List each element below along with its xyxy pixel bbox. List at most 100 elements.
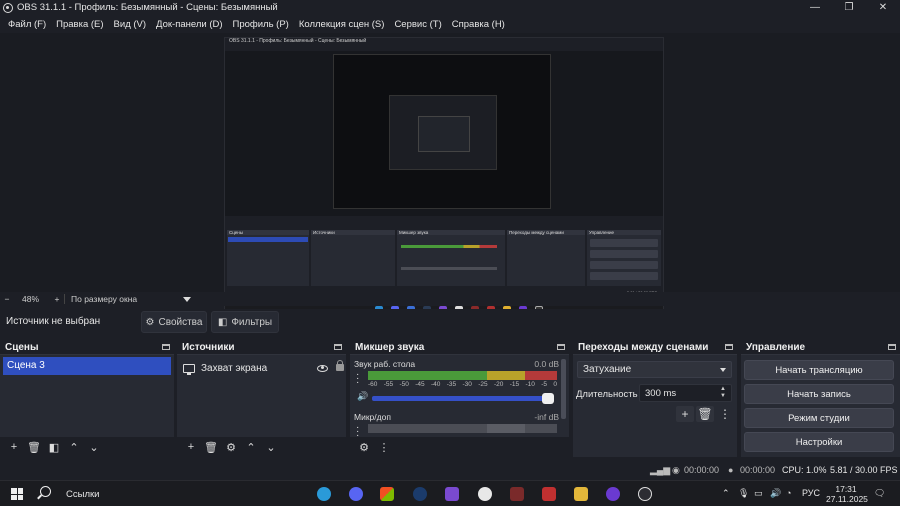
zoom-in-button[interactable]: +	[50, 294, 64, 304]
menu-docks[interactable]: Док-панели (D)	[151, 19, 227, 30]
menu-help[interactable]: Справка (H)	[447, 19, 510, 30]
browser-icon[interactable]	[606, 487, 620, 501]
store-icon[interactable]	[380, 487, 394, 501]
duration-label: Длительность	[576, 389, 638, 400]
fps-counter: 5.81 / 30.00 FPS	[830, 465, 898, 475]
start-record-button[interactable]: Начать запись	[744, 384, 894, 404]
chevron-up-icon[interactable]: ⌃	[241, 439, 261, 455]
mixer-scrollbar[interactable]	[561, 359, 566, 419]
controls-dock-title: Управление	[746, 342, 806, 353]
no-source-label: Источник не выбран	[6, 316, 101, 327]
duration-input[interactable]: 300 ms ▲ ▼	[639, 384, 732, 402]
close-button[interactable]: ✕	[866, 0, 900, 15]
mixer-dock-header: Микшер звука	[350, 339, 569, 355]
start-stream-button[interactable]: Начать трансляцию	[744, 360, 894, 380]
language-indicator[interactable]: РУС	[802, 488, 820, 498]
clock-time: 17:31	[835, 484, 857, 494]
chevron-up-icon[interactable]: ⌃	[722, 488, 730, 499]
preview-mirror-docks: Сцены Источники Микшер звука Переходы ме…	[225, 216, 663, 288]
chevron-down-icon[interactable]: ⌄	[261, 439, 281, 455]
menu-edit[interactable]: Правка (E)	[51, 19, 108, 30]
trash-icon[interactable]: 🗑	[24, 439, 44, 455]
wifi-icon[interactable]: ◔	[786, 488, 791, 498]
chevron-up-icon[interactable]: ⌃	[64, 439, 84, 455]
trash-icon[interactable]: 🗑	[201, 439, 221, 455]
volume-icon[interactable]: 🔊	[770, 488, 781, 499]
search-icon[interactable]	[40, 486, 51, 497]
gear-icon[interactable]: ⚙	[354, 439, 374, 455]
filter-icon[interactable]: ◧	[44, 439, 64, 455]
meter-tick: -55	[383, 381, 394, 388]
obs-taskbar-icon[interactable]	[638, 487, 652, 501]
undock-icon[interactable]	[557, 344, 565, 350]
record-time: 00:00:00	[740, 465, 776, 475]
sources-dock-header: Источники	[177, 339, 346, 355]
preview-canvas[interactable]: OBS 31.1.1 - Профиль: Безымянный - Сцены…	[224, 37, 664, 322]
volume-slider[interactable]	[372, 393, 554, 404]
mixer-channel-db: -inf dB	[534, 412, 559, 422]
discord-icon[interactable]	[349, 487, 363, 501]
properties-button[interactable]: ⚙ Свойства	[141, 311, 207, 333]
undock-icon[interactable]	[162, 344, 170, 350]
duration-stepper[interactable]: ▲ ▼	[720, 386, 728, 400]
brick-icon[interactable]	[542, 487, 556, 501]
fit-mode-select[interactable]: По размеру окна	[71, 294, 183, 304]
source-toolbar: Источник не выбран ⚙ Свойства ◧ Фильтры	[0, 309, 900, 335]
menu-view[interactable]: Вид (V)	[109, 19, 152, 30]
game-icon[interactable]	[510, 487, 524, 501]
preview-mirror-title: OBS 31.1.1 - Профиль: Безымянный - Сцены…	[225, 38, 663, 45]
filter-icon: ◧	[217, 316, 228, 328]
more-vertical-icon[interactable]: ⋮	[374, 439, 394, 455]
window-title: OBS 31.1.1 - Профиль: Безымянный - Сцены…	[17, 2, 278, 13]
zoom-out-button[interactable]: −	[0, 294, 14, 304]
undock-icon[interactable]	[334, 344, 342, 350]
app-icon[interactable]	[445, 487, 459, 501]
speaker-icon[interactable]: 🔊	[357, 391, 368, 402]
microphone-icon[interactable]: 🎙	[738, 488, 749, 499]
record-status-icon: ●	[728, 465, 734, 475]
settings-button[interactable]: Настройки	[744, 432, 894, 452]
filters-button[interactable]: ◧ Фильтры	[211, 311, 279, 333]
menu-tools[interactable]: Сервис (T)	[389, 19, 446, 30]
volume-slider-handle[interactable]	[542, 393, 554, 404]
properties-label: Свойства	[158, 316, 203, 328]
maximize-button[interactable]: ❐	[832, 0, 866, 15]
folder-icon[interactable]	[574, 487, 588, 501]
menu-scene-collection[interactable]: Коллекция сцен (S)	[294, 19, 390, 30]
transition-select[interactable]: Затухание	[577, 361, 732, 378]
preview-mirror-area	[225, 51, 663, 216]
telegram-icon[interactable]	[317, 487, 331, 501]
windows-start-icon[interactable]	[11, 488, 23, 500]
lock-icon[interactable]	[336, 360, 344, 371]
undock-icon[interactable]	[888, 344, 896, 350]
add-icon[interactable]: +	[4, 439, 24, 455]
notification-icon[interactable]: 🗨	[874, 488, 885, 499]
menu-profile[interactable]: Профиль (P)	[228, 19, 294, 30]
meter-tick: -35	[446, 381, 457, 388]
source-item[interactable]: Захват экрана	[183, 360, 347, 376]
skull-icon[interactable]	[478, 487, 492, 501]
battery-icon[interactable]: ▭	[754, 488, 763, 499]
stream-status-icon: ◉	[672, 465, 680, 475]
chevron-down-icon[interactable]	[183, 296, 191, 302]
preview-mirror-scene-selected	[228, 237, 308, 242]
trash-icon[interactable]: 🗑	[696, 406, 714, 422]
taskbar-search-label[interactable]: Ссылки	[66, 489, 99, 500]
preview-area[interactable]: OBS 31.1.1 - Профиль: Безымянный - Сцены…	[0, 33, 900, 322]
steam-icon[interactable]	[413, 487, 427, 501]
studio-mode-button[interactable]: Режим студии	[744, 408, 894, 428]
minimize-button[interactable]: —	[798, 0, 832, 15]
preview-mirror-transitions-title: Переходы между сценами	[509, 230, 564, 235]
scene-item[interactable]: Сцена 3	[3, 357, 171, 375]
chevron-down-icon[interactable]: ⌄	[84, 439, 104, 455]
gear-icon[interactable]: ⚙	[221, 439, 241, 455]
taskbar-clock[interactable]: 17:31 27.11.2025	[826, 484, 868, 504]
eye-icon[interactable]	[317, 364, 328, 372]
more-vertical-icon[interactable]: · · ·	[356, 370, 359, 388]
undock-icon[interactable]	[725, 344, 733, 350]
menu-file[interactable]: Файл (F)	[3, 19, 51, 30]
add-icon[interactable]: +	[181, 439, 201, 455]
add-transition-button[interactable]: +	[676, 406, 694, 422]
more-vertical-icon[interactable]: ⋮	[716, 406, 734, 422]
preview-mirror-mixer: Микшер звука	[397, 230, 505, 286]
